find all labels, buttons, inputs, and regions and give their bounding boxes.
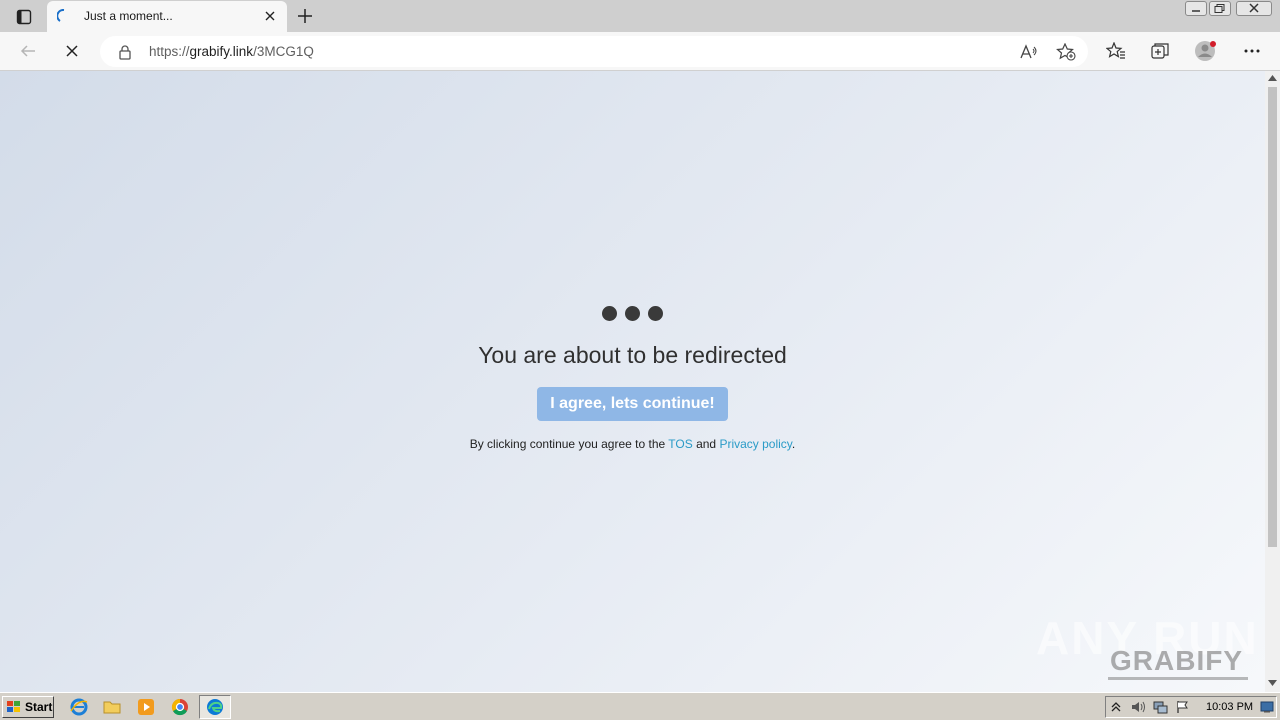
url-path: /3MCG1Q [253, 44, 314, 59]
address-bar[interactable]: https://grabify.link/3MCG1Q [100, 36, 1088, 67]
loading-spinner-icon [57, 9, 65, 22]
close-window-icon [1249, 3, 1259, 13]
close-tab-icon[interactable] [263, 9, 277, 23]
watermark-underline [1108, 677, 1248, 680]
tab-title: Just a moment... [84, 9, 173, 23]
settings-menu-button[interactable] [1240, 40, 1264, 62]
taskbar: Start 10:03 PM [0, 692, 1280, 720]
tos-link[interactable]: TOS [668, 437, 692, 451]
profile-button[interactable] [1194, 40, 1218, 62]
loading-dot [625, 306, 640, 321]
show-hidden-icons-icon[interactable] [1111, 701, 1121, 713]
windows-logo-icon [7, 701, 20, 712]
continue-button[interactable]: I agree, lets continue! [537, 387, 728, 421]
start-button[interactable]: Start [2, 696, 54, 718]
minimize-button[interactable] [1185, 1, 1207, 16]
taskbar-active-app[interactable] [199, 695, 231, 719]
tab-actions-icon [16, 9, 32, 25]
terms-notice: By clicking continue you agree to the TO… [0, 437, 1265, 451]
clock: 10:03 PM [1206, 701, 1254, 713]
loading-dot [648, 306, 663, 321]
chrome-icon[interactable] [170, 697, 190, 717]
stop-icon [66, 45, 78, 57]
favorites-icon [1106, 42, 1125, 59]
close-window-button[interactable] [1236, 1, 1272, 16]
read-aloud-icon[interactable] [1020, 44, 1038, 60]
action-center-flag-icon[interactable] [1176, 700, 1190, 714]
scroll-down-icon[interactable] [1268, 680, 1277, 686]
privacy-policy-link[interactable]: Privacy policy [719, 437, 791, 451]
lock-icon[interactable] [118, 44, 132, 60]
tab-strip: Just a moment... [0, 0, 1280, 32]
loading-dots-icon [602, 306, 664, 321]
volume-icon[interactable] [1130, 700, 1146, 714]
collections-icon [1151, 43, 1169, 59]
show-desktop-icon[interactable] [1260, 701, 1274, 713]
scroll-up-icon[interactable] [1268, 75, 1277, 81]
avatar-icon [1195, 41, 1216, 61]
ie-icon[interactable] [69, 697, 89, 717]
url-text[interactable]: https://grabify.link/3MCG1Q [149, 44, 314, 59]
page-content: You are about to be redirected I agree, … [0, 71, 1265, 692]
stop-loading-button[interactable] [60, 40, 84, 62]
minimize-icon [1192, 10, 1200, 12]
new-tab-icon[interactable] [294, 6, 316, 26]
add-favorite-icon[interactable] [1056, 43, 1076, 61]
folder-icon[interactable] [102, 697, 122, 717]
back-arrow-icon [20, 45, 35, 57]
vertical-scrollbar[interactable] [1265, 71, 1280, 692]
scrollbar-thumb[interactable] [1268, 87, 1277, 547]
browser-toolbar: https://grabify.link/3MCG1Q [0, 32, 1280, 71]
tab-active[interactable]: Just a moment... [47, 1, 287, 32]
more-options-icon [1244, 49, 1260, 53]
terms-prefix: By clicking continue you agree to the [469, 437, 669, 451]
network-icon[interactable] [1152, 700, 1168, 714]
watermark: ANY RUN GRABIFY [1036, 611, 1257, 683]
edge-icon [207, 699, 223, 715]
back-button[interactable] [16, 40, 40, 62]
start-label: Start [25, 700, 53, 714]
favorites-button[interactable] [1104, 40, 1128, 62]
redirect-message: You are about to be redirected [478, 342, 787, 368]
restore-button[interactable] [1209, 1, 1231, 16]
url-host: grabify.link [189, 44, 254, 59]
url-scheme: https:// [149, 44, 190, 59]
media-player-icon[interactable] [136, 697, 156, 717]
grabify-watermark-text: GRABIFY [1110, 645, 1243, 676]
terms-suffix: . [791, 437, 796, 451]
system-tray: 10:03 PM [1105, 696, 1277, 718]
restore-icon [1214, 4, 1225, 13]
terms-and: and [692, 437, 720, 451]
loading-dot [602, 306, 617, 321]
collections-button[interactable] [1148, 40, 1172, 62]
tab-actions-button[interactable] [10, 6, 38, 28]
